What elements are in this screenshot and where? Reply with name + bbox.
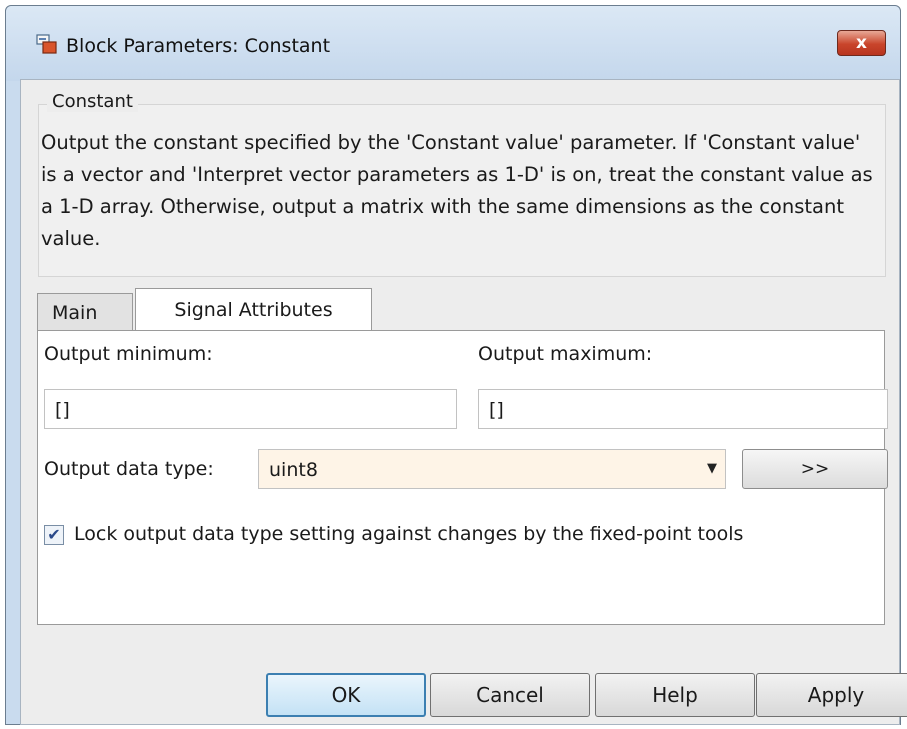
tab-bar: Main Signal Attributes xyxy=(37,288,897,331)
output-maximum-field[interactable]: [] xyxy=(478,389,888,429)
output-minimum-label: Output minimum: xyxy=(44,343,213,365)
block-description: Output the constant specified by the 'Co… xyxy=(41,131,873,250)
output-maximum-label: Output maximum: xyxy=(478,343,653,365)
title-bar[interactable]: Block Parameters: Constant x xyxy=(6,6,900,81)
cancel-button[interactable]: Cancel xyxy=(430,673,590,717)
block-description-group: Constant Output the constant specified b… xyxy=(38,91,886,277)
output-minimum-field[interactable]: [] xyxy=(44,389,457,429)
dropdown-arrow-icon[interactable]: ▼ xyxy=(707,461,717,476)
data-type-value: uint8 xyxy=(269,459,318,481)
simulink-block-icon xyxy=(36,34,57,54)
help-button[interactable]: Help xyxy=(595,673,755,717)
close-button[interactable]: x xyxy=(837,30,886,56)
output-data-type-label: Output data type: xyxy=(44,458,214,480)
output-data-type-select[interactable]: uint8 ▼ xyxy=(258,449,726,489)
tab-signal-attributes[interactable]: Signal Attributes xyxy=(135,288,372,331)
window-title: Block Parameters: Constant xyxy=(66,35,331,57)
dialog-body: Constant Output the constant specified b… xyxy=(20,79,907,725)
lock-data-type-checkbox[interactable]: ✔ xyxy=(44,525,64,545)
lock-data-type-label[interactable]: Lock output data type setting against ch… xyxy=(74,523,743,545)
ok-button[interactable]: OK xyxy=(266,673,426,717)
apply-button[interactable]: Apply xyxy=(756,673,907,717)
group-title: Constant xyxy=(47,91,138,112)
close-icon: x xyxy=(856,33,867,53)
data-type-assistant-button[interactable]: >> xyxy=(742,449,888,489)
tab-main[interactable]: Main xyxy=(37,293,133,331)
signal-attributes-panel: Output minimum: Output maximum: [] [] Ou… xyxy=(37,330,888,625)
checkmark-icon: ✔ xyxy=(47,525,61,544)
dialog-window: Block Parameters: Constant x Constant Ou… xyxy=(5,5,907,725)
